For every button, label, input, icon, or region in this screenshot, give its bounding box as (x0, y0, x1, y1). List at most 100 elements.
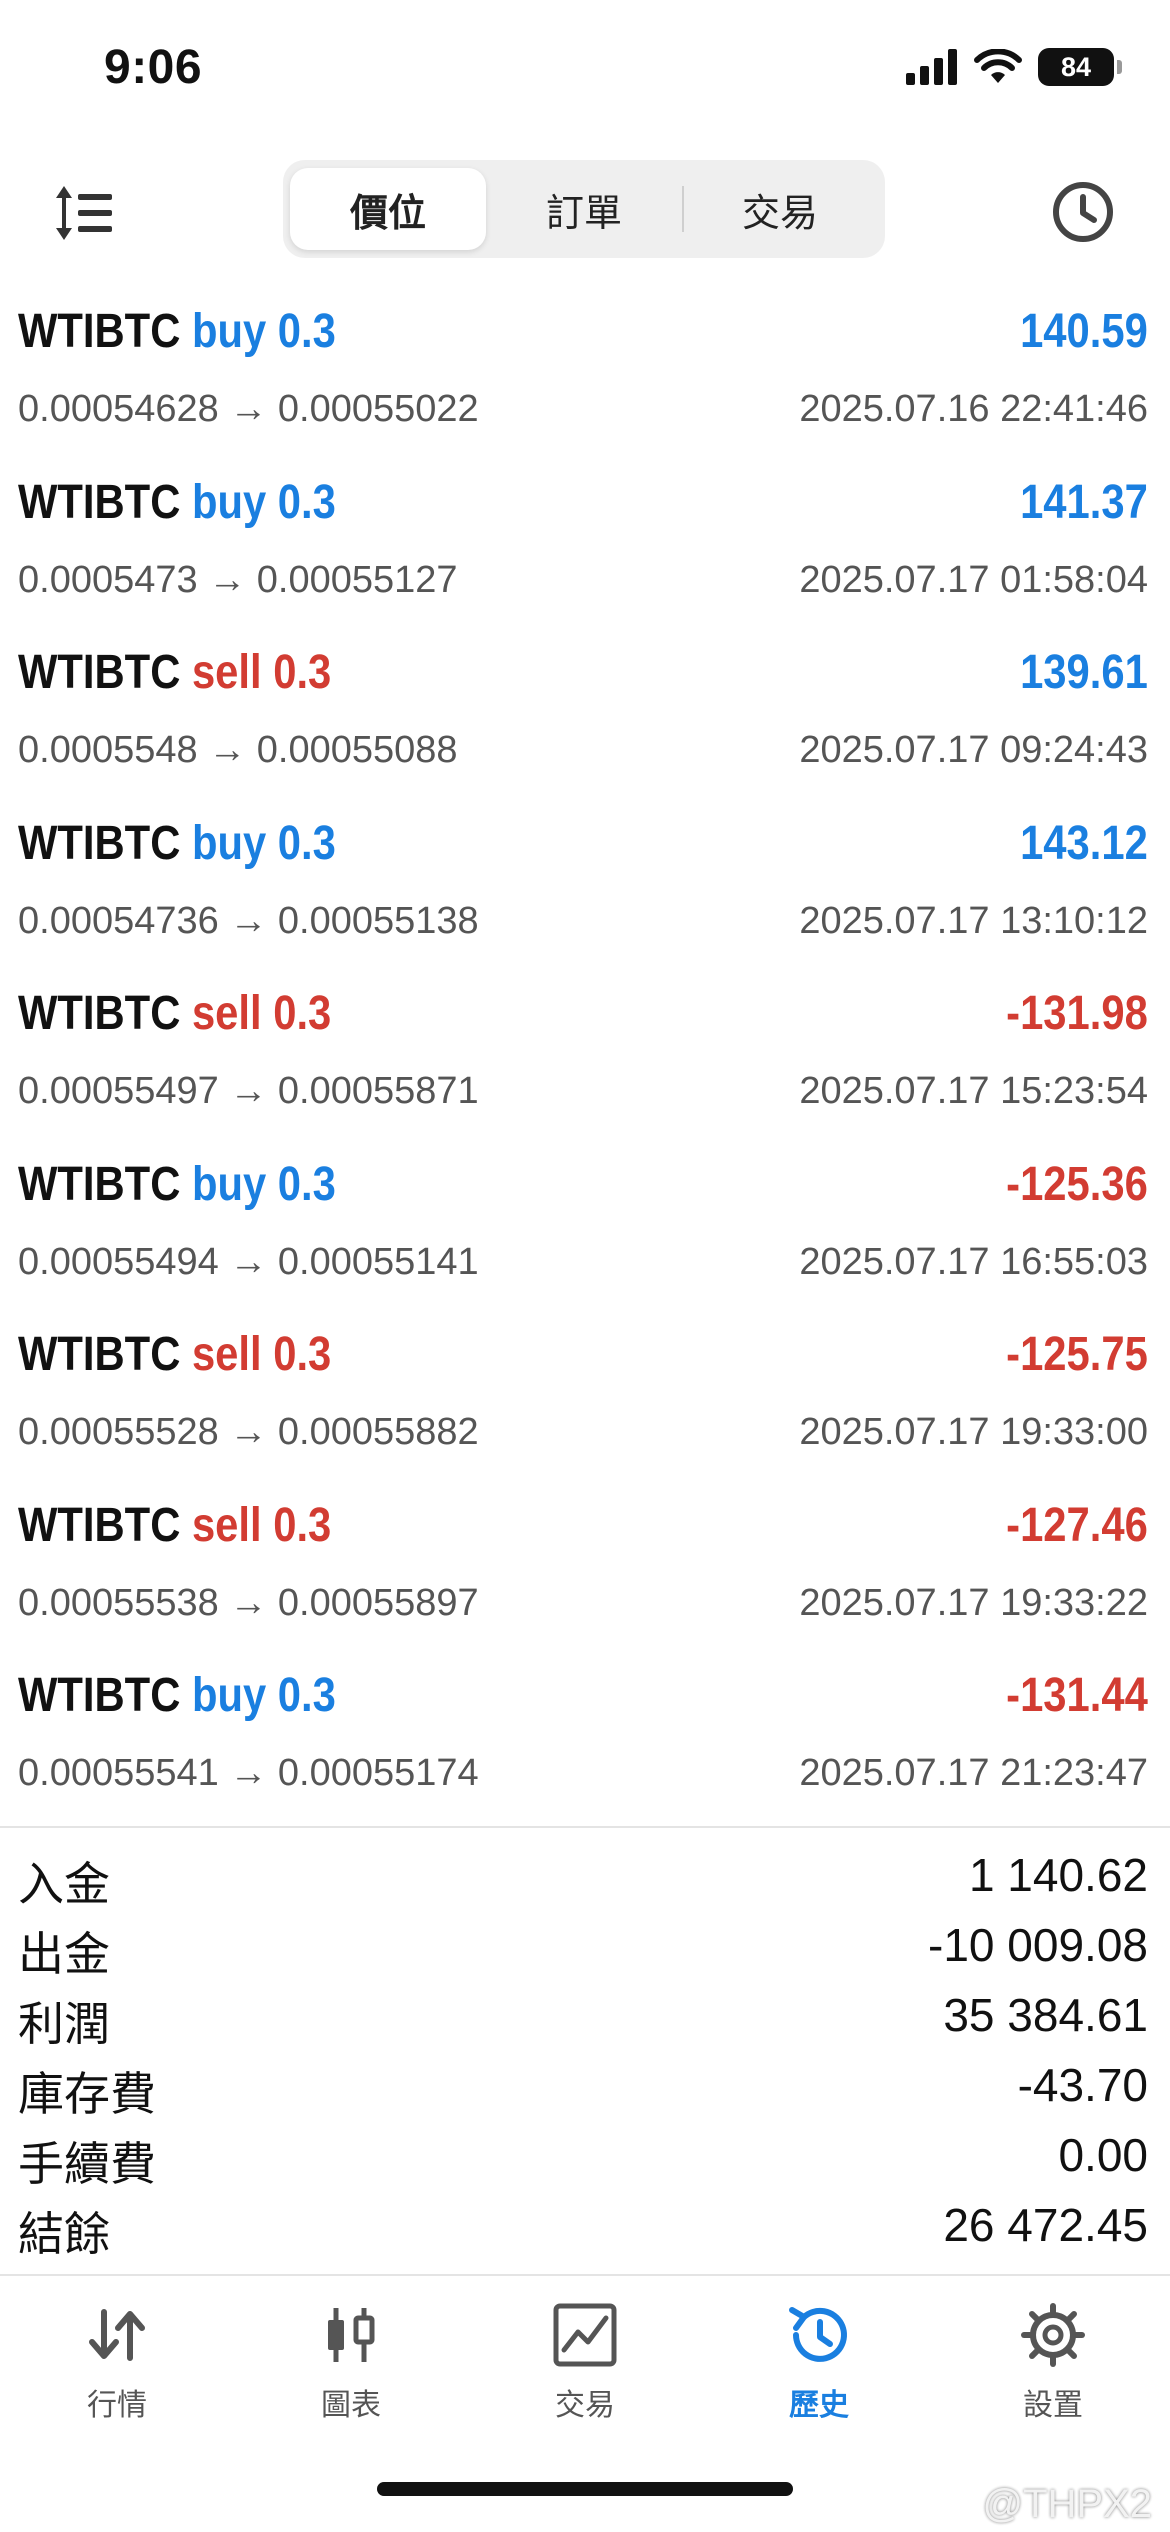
bottom-tab-bar: 行情 圖表 交易 歷史 設置 (0, 2278, 1170, 2428)
deal-title: WTIBTC sell 0.3 (18, 1327, 331, 1382)
deal-symbol: WTIBTC (18, 1157, 181, 1211)
deal-action: sell 0.3 (191, 1328, 332, 1381)
watermark: @THPX2 (982, 2482, 1152, 2526)
tab-trade[interactable]: 交易 (468, 2278, 702, 2428)
summary-label: 庫存費 (18, 2068, 156, 2120)
deal-profit: -125.75 (1006, 1328, 1148, 1381)
deal-time: 2025.07.16 22:41:46 (799, 388, 1148, 430)
deal-time: 2025.07.17 21:23:47 (799, 1752, 1148, 1794)
deal-prices: 0.00055541 → 0.00055174 (18, 1752, 479, 1795)
close-price: 0.00055897 (277, 1581, 479, 1624)
status-icons: 84 (906, 48, 1122, 86)
segment-orders[interactable]: 訂單 (486, 168, 682, 250)
deal-symbol: WTIBTC (18, 1498, 181, 1552)
deal-row[interactable]: WTIBTC buy 0.3 140.59 0.00054628 → 0.000… (0, 290, 1170, 461)
summary-label: 結餘 (18, 2208, 110, 2260)
deal-symbol: WTIBTC (18, 475, 181, 529)
close-price: 0.00055138 (277, 899, 479, 942)
deal-action: buy 0.3 (191, 816, 336, 870)
tab-chart[interactable]: 圖表 (234, 2278, 468, 2428)
deal-row[interactable]: WTIBTC buy 0.3 141.37 0.0005473 → 0.0005… (0, 461, 1170, 632)
open-price: 0.0005473 (18, 558, 198, 601)
summary-row-swap: 庫存費 -43.70 (0, 2050, 1170, 2120)
open-price: 0.0005548 (18, 729, 198, 771)
deal-title: WTIBTC buy 0.3 (18, 304, 336, 359)
deal-profit: -131.44 (1006, 1669, 1148, 1722)
deal-prices: 0.00055538 → 0.00055897 (18, 1582, 479, 1625)
deal-title: WTIBTC buy 0.3 (18, 475, 336, 530)
deal-action: sell 0.3 (191, 646, 332, 699)
segment-deals[interactable]: 交易 (682, 168, 878, 250)
clock-icon[interactable] (1048, 177, 1118, 247)
deal-symbol: WTIBTC (18, 646, 181, 699)
sort-list-icon[interactable] (52, 178, 122, 248)
deal-row[interactable]: WTIBTC sell 0.3 -125.75 0.00055528 → 0.0… (0, 1313, 1170, 1484)
summary-value: -10 009.08 (928, 1919, 1148, 1971)
deal-symbol: WTIBTC (18, 1669, 181, 1722)
deal-prices: 0.00054628 → 0.00055022 (18, 388, 479, 431)
deal-row[interactable]: WTIBTC sell 0.3 139.61 0.0005548 → 0.000… (0, 631, 1170, 802)
deal-action: buy 0.3 (191, 1669, 336, 1722)
summary-row-deposit: 入金 1 140.62 (0, 1840, 1170, 1910)
tab-label: 交易 (555, 2389, 615, 2422)
open-price: 0.00055497 (18, 1070, 219, 1112)
open-price: 0.00055538 (18, 1581, 219, 1624)
deal-row[interactable]: WTIBTC buy 0.3 -125.36 0.00055494 → 0.00… (0, 1143, 1170, 1314)
battery-indicator: 84 (1038, 48, 1122, 86)
arrow-icon: → (229, 899, 268, 942)
deal-time: 2025.07.17 09:24:43 (799, 729, 1148, 771)
summary-row-withdrawal: 出金 -10 009.08 (0, 1910, 1170, 1980)
tabbar-divider (0, 2274, 1170, 2276)
arrow-icon: → (229, 1752, 268, 1794)
arrow-icon: → (229, 1411, 268, 1453)
summary-value: 35 384.61 (943, 1989, 1148, 2041)
home-indicator[interactable] (377, 2482, 793, 2496)
summary-divider (0, 1826, 1170, 1828)
summary-label: 利潤 (18, 1998, 110, 2050)
deal-profit: 140.59 (1020, 305, 1148, 358)
quotes-arrows-icon (89, 2309, 145, 2361)
account-summary: 入金 1 140.62 出金 -10 009.08 利潤 35 384.61 庫… (0, 1840, 1170, 2260)
arrow-icon: → (229, 1240, 268, 1283)
arrow-icon: → (208, 729, 247, 771)
deal-profit: 139.61 (1020, 646, 1148, 699)
deal-symbol: WTIBTC (18, 305, 181, 358)
close-price: 0.00055127 (256, 558, 458, 601)
deal-action: buy 0.3 (191, 1157, 336, 1211)
deal-row[interactable]: WTIBTC sell 0.3 -131.98 0.00055497 → 0.0… (0, 972, 1170, 1143)
summary-value: 1 140.62 (968, 1849, 1148, 1901)
deal-symbol: WTIBTC (18, 816, 181, 870)
deal-time: 2025.07.17 16:55:03 (799, 1240, 1148, 1283)
candlestick-chart-icon (328, 2308, 375, 2362)
deal-title: WTIBTC buy 0.3 (18, 1157, 336, 1212)
close-price: 0.00055174 (277, 1752, 479, 1794)
deal-row[interactable]: WTIBTC buy 0.3 143.12 0.00054736 → 0.000… (0, 802, 1170, 973)
deal-time: 2025.07.17 19:33:00 (799, 1411, 1148, 1453)
tab-label: 圖表 (321, 2389, 381, 2422)
open-price: 0.00055494 (18, 1240, 219, 1283)
close-price: 0.00055882 (277, 1411, 479, 1453)
close-price: 0.00055088 (256, 729, 458, 771)
deal-row[interactable]: WTIBTC buy 0.3 -131.44 0.00055541 → 0.00… (0, 1654, 1170, 1825)
deal-prices: 0.00055494 → 0.00055141 (18, 1241, 479, 1284)
arrow-icon: → (229, 1581, 268, 1624)
deal-row[interactable]: WTIBTC sell 0.3 -127.46 0.00055538 → 0.0… (0, 1484, 1170, 1655)
tab-quotes[interactable]: 行情 (0, 2278, 234, 2428)
close-price: 0.00055022 (277, 388, 479, 430)
deal-symbol: WTIBTC (18, 1328, 181, 1381)
history-icon (789, 2307, 847, 2362)
summary-value: 26 472.45 (943, 2199, 1148, 2251)
deal-action: buy 0.3 (191, 475, 336, 529)
tab-label: 行情 (87, 2389, 147, 2422)
settings-gear-icon (1021, 2303, 1085, 2367)
deal-profit: -127.46 (1006, 1498, 1148, 1552)
segment-price[interactable]: 價位 (290, 168, 486, 250)
deal-title: WTIBTC sell 0.3 (18, 986, 331, 1041)
deal-title: WTIBTC sell 0.3 (18, 1498, 331, 1553)
top-bar: 價位 訂單 交易 (0, 150, 1170, 270)
deals-list: WTIBTC buy 0.3 140.59 0.00054628 → 0.000… (0, 290, 1170, 1825)
arrow-icon: → (208, 558, 247, 601)
status-time: 9:06 (104, 41, 203, 94)
tab-history[interactable]: 歷史 (702, 2278, 936, 2428)
tab-settings[interactable]: 設置 (936, 2278, 1170, 2428)
